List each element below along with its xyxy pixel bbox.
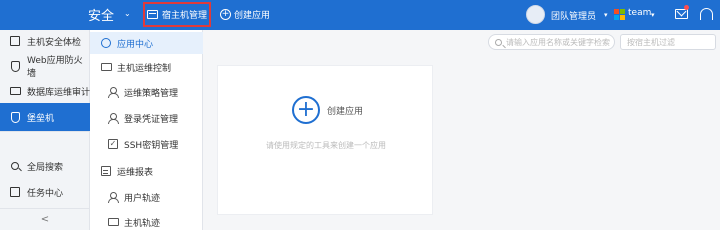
chevron-down-icon[interactable]: ⌄ xyxy=(124,9,131,18)
collapse-sidebar-button[interactable]: < xyxy=(0,208,90,230)
team-manager-menu[interactable]: 团队管理员 xyxy=(551,9,596,22)
notification-badge xyxy=(684,5,689,10)
sidebar-item-ops-policy[interactable]: 运维策略管理 xyxy=(107,82,178,102)
check-icon: ✓ xyxy=(108,139,118,149)
database-icon xyxy=(9,85,21,97)
secondary-sidebar: 应用中心 主机运维控制 运维策略管理 登录凭证管理 ✓ SSH密钥管理 运维报表… xyxy=(90,30,203,230)
key-icon xyxy=(107,112,119,124)
avatar[interactable] xyxy=(526,5,545,24)
sidebar-item-ssh-keys[interactable]: ✓ SSH密钥管理 xyxy=(107,134,178,154)
sidebar-item-label: 数据库运维审计 xyxy=(27,87,91,98)
sidebar-item-host-security[interactable]: 主机安全体检 xyxy=(0,30,90,52)
sidebar-item-label: 应用中心 xyxy=(117,39,154,50)
sidebar-item-db-audit[interactable]: 数据库运维审计 xyxy=(0,80,90,102)
chevron-down-icon[interactable]: ▾ xyxy=(604,11,608,19)
sidebar-item-host-ops[interactable]: 主机运维控制 xyxy=(100,57,171,77)
create-app-button[interactable]: + 创建应用 xyxy=(220,8,270,21)
host-filter-select[interactable]: 按宿主机过滤 xyxy=(620,34,716,50)
create-app-card-label[interactable]: 创建应用 xyxy=(327,104,363,117)
sidebar-item-label: 全局搜索 xyxy=(27,162,64,173)
monitor-icon xyxy=(107,216,119,228)
sidebar-item-user-track[interactable]: 用户轨迹 xyxy=(107,187,160,207)
sidebar-item-app-center[interactable]: 应用中心 xyxy=(90,32,203,54)
sidebar-item-ops-report[interactable]: 运维报表 xyxy=(100,161,153,181)
create-app-card[interactable]: + 创建应用 请使用规定的工具来创建一个应用 xyxy=(217,65,433,215)
sidebar-item-label: Web应用防火墙 xyxy=(27,56,83,79)
shield-icon xyxy=(9,60,21,72)
app-icon xyxy=(100,37,112,49)
search-icon xyxy=(495,38,502,46)
chevron-down-icon[interactable]: ▾ xyxy=(651,11,655,19)
sidebar-item-host-track[interactable]: 主机轨迹 xyxy=(107,212,160,232)
task-icon xyxy=(9,186,21,198)
report-icon xyxy=(100,165,112,177)
sidebar-item-label: 运维策略管理 xyxy=(124,88,179,99)
host-icon xyxy=(146,10,158,19)
team-selector[interactable]: team xyxy=(628,8,651,18)
top-bar: 安全 ⌄ 宿主机管理 + 创建应用 团队管理员 ▾ team ▾ xyxy=(0,0,720,30)
sidebar-item-bastion[interactable]: 堡垒机 xyxy=(0,103,90,131)
sidebar-item-login-credentials[interactable]: 登录凭证管理 xyxy=(107,108,178,128)
plus-icon[interactable]: + xyxy=(292,96,320,124)
divider xyxy=(0,131,90,132)
search-input[interactable]: 请输入应用名称或关键字检索 xyxy=(488,34,615,50)
sidebar-item-label: 用户轨迹 xyxy=(124,193,161,204)
monitor-icon xyxy=(9,35,21,47)
mail-icon[interactable] xyxy=(675,9,688,19)
create-app-hint: 请使用规定的工具来创建一个应用 xyxy=(266,141,386,150)
user-icon xyxy=(107,191,119,203)
sidebar-item-label: 主机安全体检 xyxy=(27,37,82,48)
sidebar-item-waf[interactable]: Web应用防火墙 xyxy=(0,55,90,79)
search-placeholder: 请输入应用名称或关键字检索 xyxy=(506,37,610,47)
monitor-icon xyxy=(100,61,112,73)
sidebar-item-global-search[interactable]: 全局搜索 xyxy=(0,155,90,177)
create-app-label: 创建应用 xyxy=(234,11,271,21)
headset-icon[interactable] xyxy=(700,8,713,20)
sidebar-item-label: 主机运维控制 xyxy=(117,63,172,74)
sidebar-item-label: 运维报表 xyxy=(117,167,154,178)
sidebar-item-label: 任务中心 xyxy=(27,188,64,199)
host-management-button[interactable]: 宿主机管理 xyxy=(143,2,211,27)
plus-icon: + xyxy=(220,9,231,20)
user-icon xyxy=(107,86,119,98)
filter-placeholder: 按宿主机过滤 xyxy=(627,37,675,47)
product-title: 安全 xyxy=(88,9,115,24)
sidebar-item-label: 堡垒机 xyxy=(27,113,55,124)
primary-sidebar: 主机安全体检 Web应用防火墙 数据库运维审计 堡垒机 全局搜索 任务中心 < xyxy=(0,30,90,230)
main-content: 请输入应用名称或关键字检索 按宿主机过滤 + 创建应用 请使用规定的工具来创建一… xyxy=(203,30,720,230)
sidebar-item-label: SSH密钥管理 xyxy=(124,140,179,151)
windows-icon xyxy=(614,9,625,20)
sidebar-item-label: 主机轨迹 xyxy=(124,218,161,229)
search-icon xyxy=(9,160,21,172)
host-management-label: 宿主机管理 xyxy=(161,11,207,21)
shield-icon xyxy=(9,111,21,123)
sidebar-item-task-center[interactable]: 任务中心 xyxy=(0,181,90,203)
sidebar-item-label: 登录凭证管理 xyxy=(124,114,179,125)
